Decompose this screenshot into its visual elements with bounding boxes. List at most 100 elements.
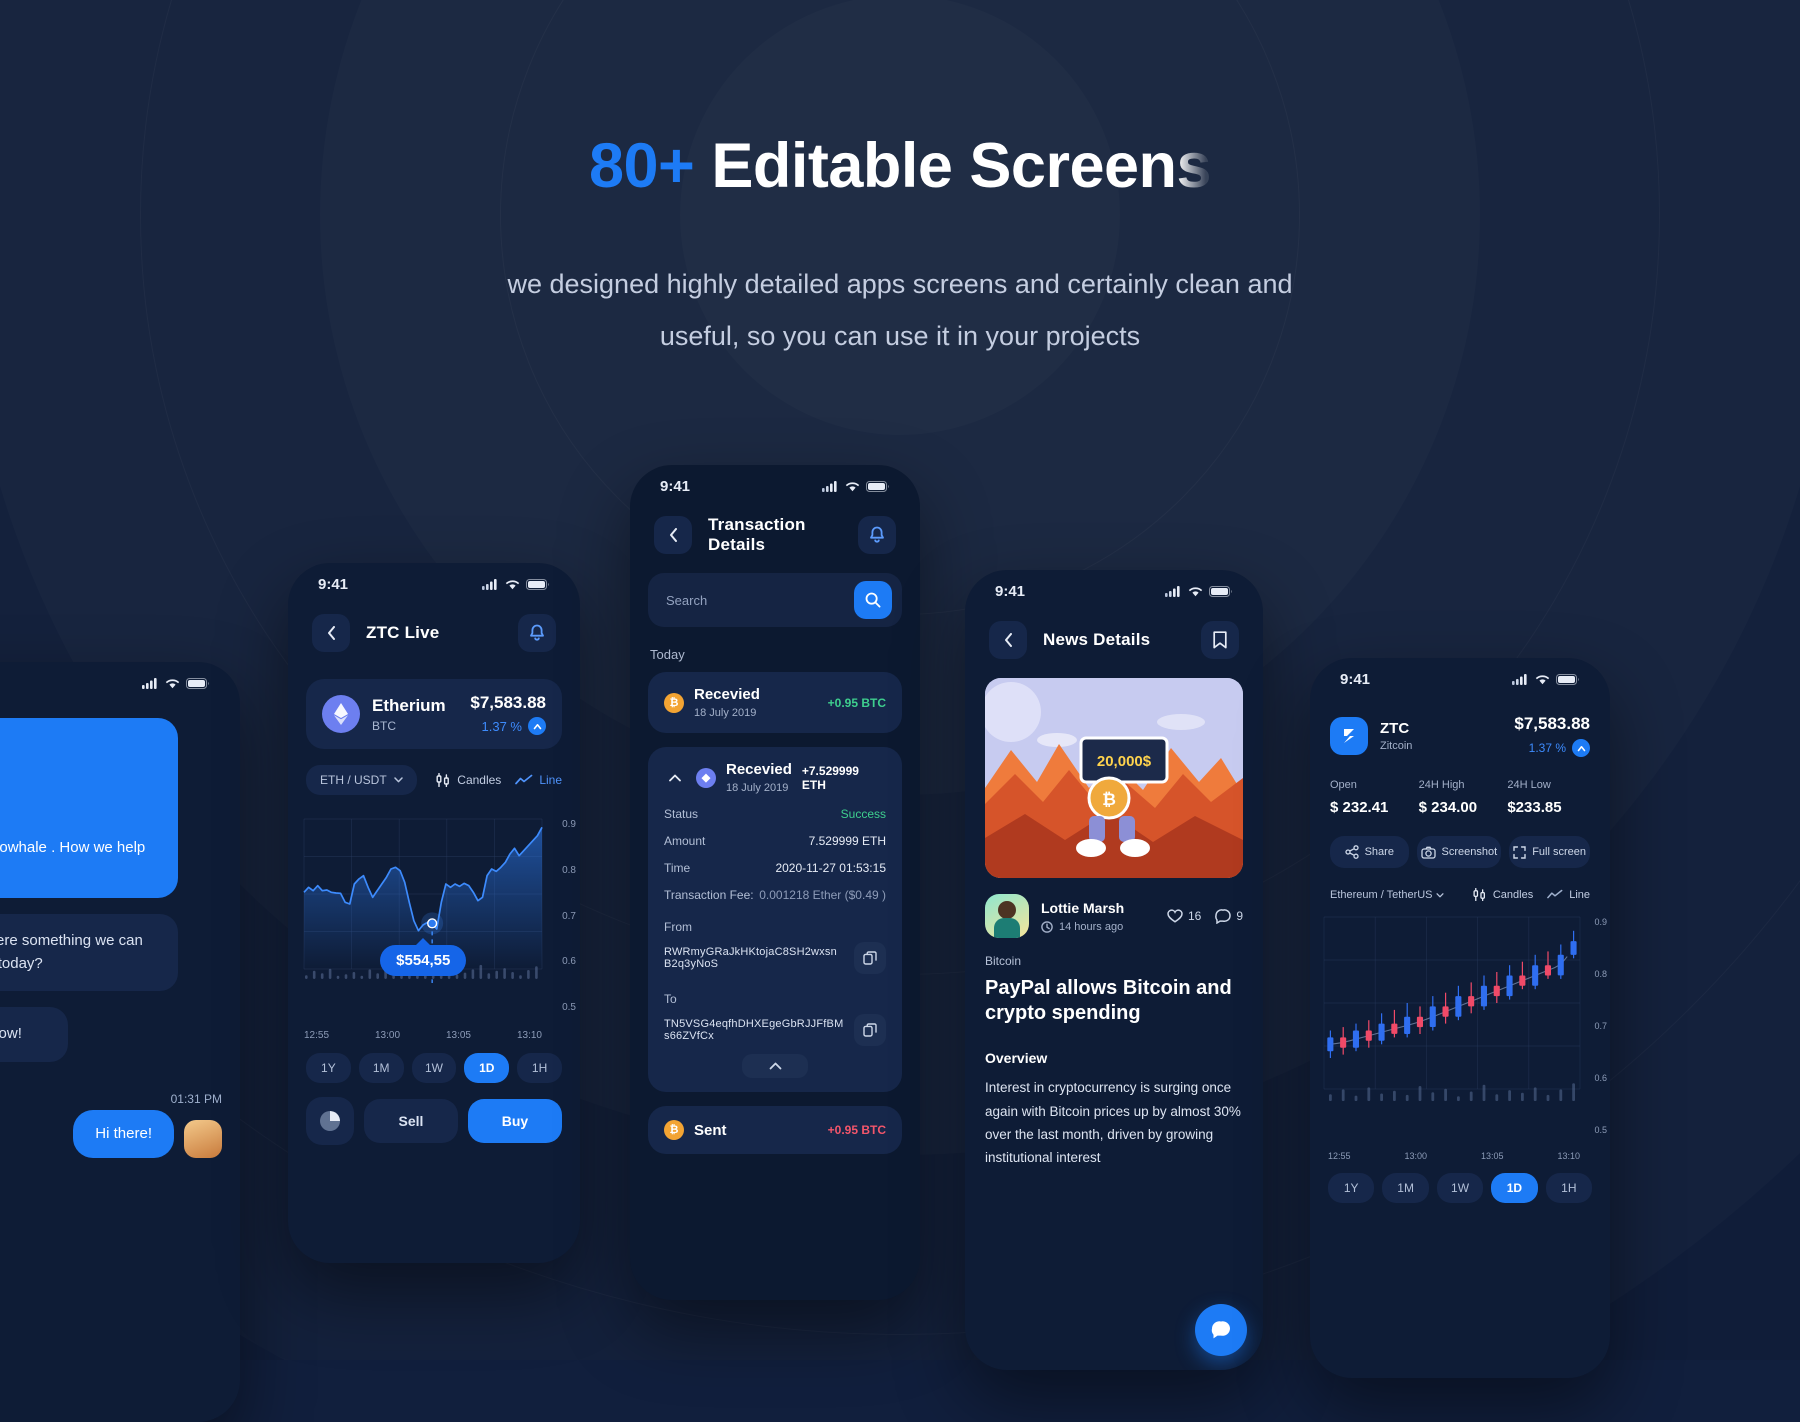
coin-name: Etherium <box>372 695 446 715</box>
page-title: 80+ Editable Screens <box>0 131 1800 201</box>
like-button[interactable]: 16 <box>1167 909 1201 923</box>
transaction-row[interactable]: ₿ Recevied 18 July 2019 +0.95 BTC <box>648 672 902 733</box>
price-line-chart[interactable]: 0.9 0.8 0.7 0.6 0.5 12:55 13:00 13:05 13:10 $55… <box>288 813 580 1043</box>
timeframe-1d[interactable]: 1D <box>464 1053 510 1083</box>
screenshot-button[interactable]: Screenshot <box>1416 836 1502 868</box>
timeframe-1w[interactable]: 1W <box>1436 1173 1484 1203</box>
collapse-toggle[interactable] <box>664 774 686 782</box>
coin-values: $7,583.88 1.37 % <box>470 693 546 735</box>
stat-value: $ 232.41 <box>1330 799 1389 816</box>
wifi-icon <box>845 481 860 491</box>
page-subtitle-line-1: we designed highly detailed apps screens… <box>507 269 1293 300</box>
portfolio-button[interactable] <box>306 1097 354 1145</box>
wifi-icon <box>505 579 520 589</box>
full-screen-button[interactable]: Full screen <box>1509 836 1590 868</box>
detail-key: Time <box>664 861 691 875</box>
transaction-row[interactable]: ₿ Sent +0.95 BTC <box>648 1106 902 1154</box>
chevron-left-icon <box>327 626 335 640</box>
back-button[interactable] <box>312 614 350 652</box>
candles-icon <box>436 773 450 787</box>
comment-button[interactable]: 9 <box>1215 908 1243 924</box>
candlestick-chart[interactable]: 0.9 0.8 0.7 0.6 0.5 12:55 13:00 13:05 13:10 <box>1310 913 1610 1163</box>
to-row: TN5VSG4eqfhDHXEgeGbRJJFfBMs66ZVfCx <box>664 1014 886 1046</box>
news-author-row: Lottie Marsh 14 hours ago 16 9 <box>965 878 1263 938</box>
mode-line-button[interactable]: Line <box>1547 889 1590 901</box>
page-title-main: Editable Screen <box>711 131 1177 201</box>
battery-icon <box>866 480 889 492</box>
coin-summary-card[interactable]: Etherium BTC $7,583.88 1.37 % <box>306 679 562 749</box>
mode-candles-button[interactable]: Candles <box>435 773 501 787</box>
coin-labels: ZTC Zitcoin <box>1380 720 1412 752</box>
coin-stats-row: Open $ 232.41 24H High $ 234.00 24H Low … <box>1310 757 1610 816</box>
sell-button[interactable]: Sell <box>364 1099 458 1143</box>
transaction-date: 18 July 2019 <box>726 782 789 794</box>
btc-icon: ₿ <box>664 1120 684 1140</box>
transaction-header: ₿ Sent +0.95 BTC <box>664 1120 886 1140</box>
author-name: Lottie Marsh <box>1041 899 1125 916</box>
buy-button[interactable]: Buy <box>468 1099 562 1143</box>
mode-candles-button[interactable]: Candles <box>1472 888 1533 901</box>
chat-bubble-greeting: there! come to Cryptowhale . How we help… <box>0 718 178 898</box>
page-title: ZTC Live <box>366 623 440 642</box>
back-button[interactable] <box>654 516 692 554</box>
status-bar: 9:41 <box>965 570 1263 612</box>
bookmark-button[interactable] <box>1201 621 1239 659</box>
chat-greeting-body: come to Cryptowhale . How we help you? <box>0 839 146 856</box>
share-icon <box>1344 845 1359 859</box>
x-axis-tick: 13:10 <box>1557 1151 1580 1161</box>
chat-messages: there! come to Cryptowhale . How we help… <box>0 704 240 1158</box>
timeframe-1h[interactable]: 1H <box>517 1053 562 1083</box>
news-hero-image: 20,000$ ₿ <box>985 678 1243 878</box>
search-button[interactable] <box>854 581 892 619</box>
chat-fab-button[interactable] <box>1195 1304 1247 1356</box>
timeframe-1h[interactable]: 1H <box>1545 1173 1593 1203</box>
chat-row-outgoing: Hi there! <box>0 1109 222 1158</box>
collapse-button[interactable] <box>742 1054 808 1078</box>
chevron-down-icon <box>393 777 403 783</box>
back-button[interactable] <box>989 621 1027 659</box>
wifi-icon <box>1188 586 1203 596</box>
y-axis-tick: 0.7 <box>1594 1021 1607 1031</box>
pair-selector-label: ETH / USDT <box>320 773 387 787</box>
transaction-row[interactable]: ◆ Recevied 18 July 2019 +7.529999 ETH St… <box>648 747 902 1092</box>
timeframe-1m[interactable]: 1M <box>1382 1173 1429 1203</box>
search-input[interactable]: Search <box>666 593 844 608</box>
pair-selector[interactable]: ETH / USDT <box>306 765 417 795</box>
copy-from-button[interactable] <box>854 942 886 974</box>
copy-to-button[interactable] <box>854 1014 886 1046</box>
mode-line-button[interactable]: Line <box>515 773 562 787</box>
message-timestamp: 01:31 PM <box>170 1091 222 1106</box>
nav-bar: Transaction Details <box>630 507 920 563</box>
coin-labels: Etherium BTC <box>372 696 446 733</box>
status-time: 9:41 <box>318 575 349 593</box>
pair-selector[interactable]: Ethereum / TetherUS <box>1330 889 1444 901</box>
signal-icon <box>142 677 157 689</box>
to-address: TN5VSG4eqfhDHXEgeGbRJJFfBMs66ZVfCx <box>664 1018 844 1042</box>
share-button[interactable]: Share <box>1330 836 1409 868</box>
chevron-left-icon <box>669 528 677 542</box>
action-label: Share <box>1364 846 1394 858</box>
stat-label: 24H High <box>1418 779 1465 791</box>
search-bar[interactable]: Search <box>648 573 902 627</box>
timeframe-1w[interactable]: 1W <box>411 1053 457 1083</box>
wifi-icon <box>165 678 180 688</box>
news-image-amount: 20,000$ <box>1097 753 1152 770</box>
timeframe-1d[interactable]: 1D <box>1491 1173 1538 1203</box>
stat-value: $ 234.00 <box>1418 799 1478 816</box>
stat-item: 24H High $ 234.00 <box>1419 779 1502 816</box>
detail-row: Transaction Fee: 0.001218 Ether ($0.49 ) <box>664 888 886 902</box>
chevron-left-icon <box>1004 633 1012 647</box>
status-bar: 9:41 <box>288 563 580 605</box>
transaction-labels: Recevied 18 July 2019 <box>694 686 760 719</box>
y-axis-tick: 0.7 <box>562 910 576 922</box>
timeframe-1y[interactable]: 1Y <box>1328 1173 1375 1203</box>
notification-button[interactable] <box>518 614 556 652</box>
signal-icon <box>822 480 837 492</box>
timeframe-1y[interactable]: 1Y <box>306 1053 351 1083</box>
timeframe-1m[interactable]: 1M <box>358 1053 404 1083</box>
coin-price: $7,583.88 <box>470 693 546 712</box>
notification-button[interactable] <box>858 516 896 554</box>
phone-mockup-news-details: 9:41 News Details 20,000$ ₿ Lottie Marsh… <box>965 570 1263 1370</box>
clock-icon <box>1041 920 1053 933</box>
x-axis-tick: 13:05 <box>1480 1151 1504 1161</box>
